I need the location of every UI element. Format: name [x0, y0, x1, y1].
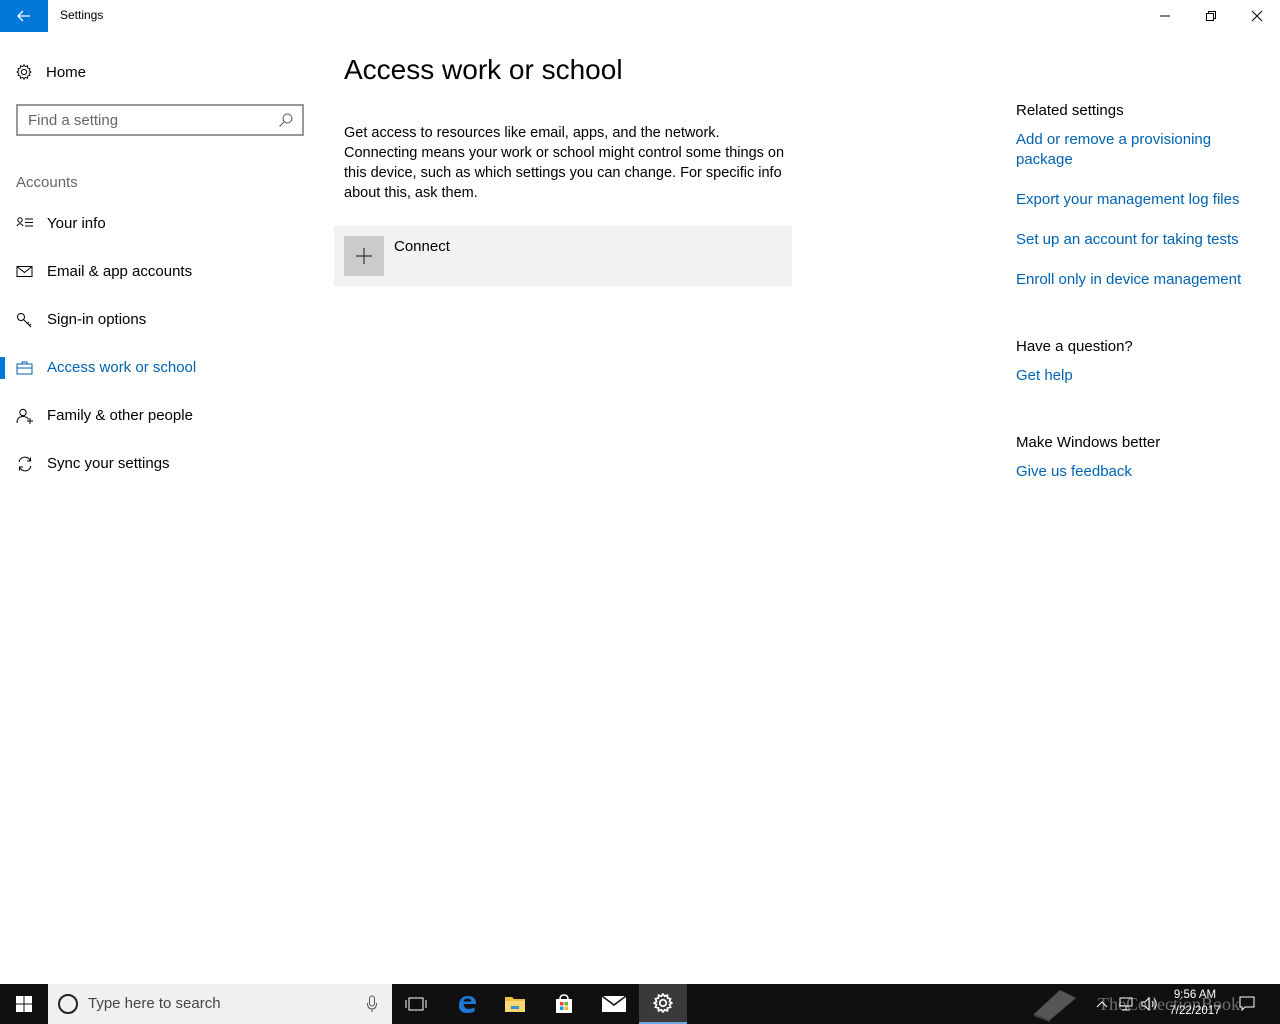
briefcase-icon — [16, 361, 33, 375]
nav-item-family-other-people[interactable]: Family & other people — [0, 396, 320, 436]
window-title: Settings — [60, 8, 104, 22]
windows-logo-icon — [16, 996, 32, 1012]
nav-item-your-info[interactable]: Your info — [0, 204, 320, 244]
nav-item-label: Access work or school — [47, 359, 197, 376]
minimize-button[interactable] — [1142, 0, 1188, 32]
show-hidden-icons-button[interactable] — [1092, 984, 1112, 1024]
taking-tests-account-link[interactable]: Set up an account for taking tests — [1016, 230, 1239, 250]
task-view-button[interactable] — [392, 984, 440, 1024]
make-windows-better-heading: Make Windows better — [1016, 434, 1161, 451]
search-input[interactable] — [18, 111, 268, 129]
accounts-section-label: Accounts — [16, 174, 78, 191]
minimize-icon — [1160, 15, 1170, 17]
volume-icon — [1141, 997, 1157, 1011]
cortana-icon — [58, 994, 78, 1014]
restore-button[interactable] — [1188, 0, 1234, 32]
provisioning-package-link[interactable]: Add or remove a provisioning package — [1016, 130, 1246, 170]
nav-item-access-work-or-school[interactable]: Access work or school — [0, 348, 320, 388]
mail-icon — [602, 996, 626, 1012]
taskbar: Type here to search TheCollectionBook 9:… — [0, 984, 1280, 1024]
sync-icon — [18, 456, 32, 472]
close-icon — [1251, 10, 1263, 22]
store-icon — [556, 994, 572, 1013]
home-link[interactable]: Home — [16, 60, 86, 84]
connect-button[interactable]: Connect — [334, 226, 792, 286]
start-button[interactable] — [0, 984, 48, 1024]
active-indicator — [0, 357, 5, 379]
volume-button[interactable] — [1140, 984, 1160, 1024]
contact-card-icon — [16, 217, 33, 227]
search-icon — [279, 113, 293, 127]
give-feedback-link[interactable]: Give us feedback — [1016, 462, 1132, 482]
clock[interactable]: 9:56 AM 7/22/2017 — [1160, 987, 1230, 1019]
nav-item-label: Family & other people — [47, 407, 193, 424]
key-icon — [17, 313, 32, 328]
get-help-link[interactable]: Get help — [1016, 366, 1073, 386]
enroll-device-management-link[interactable]: Enroll only in device management — [1016, 270, 1241, 290]
nav-item-label: Your info — [47, 215, 106, 232]
settings-icon — [653, 993, 673, 1013]
page-title: Access work or school — [344, 54, 623, 85]
file-explorer-button[interactable] — [491, 984, 539, 1024]
store-button[interactable] — [540, 984, 588, 1024]
edge-icon — [459, 996, 476, 1013]
related-settings-heading: Related settings — [1016, 102, 1124, 119]
file-explorer-icon — [505, 997, 525, 1012]
back-button[interactable] — [0, 0, 48, 32]
page-description: Get access to resources like email, apps… — [344, 125, 785, 201]
action-center-button[interactable] — [1236, 984, 1258, 1024]
close-button[interactable] — [1234, 0, 1280, 32]
settings-search-box[interactable] — [16, 104, 304, 136]
question-heading: Have a question? — [1016, 338, 1133, 355]
task-view-icon — [405, 997, 427, 1011]
taskbar-search-box[interactable]: Type here to search — [48, 984, 392, 1024]
mail-icon — [16, 266, 33, 277]
nav-item-sync-your-settings[interactable]: Sync your settings — [0, 444, 320, 484]
person-add-icon — [16, 408, 33, 424]
arrow-left-icon — [17, 10, 30, 22]
clock-time: 9:56 AM — [1173, 989, 1217, 1001]
network-icon — [1119, 997, 1133, 1011]
nav-item-label: Sign-in options — [47, 311, 147, 328]
plus-tile — [344, 236, 384, 276]
nav-item-sign-in-options[interactable]: Sign-in options — [0, 300, 320, 340]
home-label: Home — [46, 63, 87, 81]
clock-date: 7/22/2017 — [1169, 1005, 1221, 1017]
chevron-up-icon — [1096, 1001, 1108, 1008]
book-icon — [1034, 990, 1076, 1022]
export-log-files-link[interactable]: Export your management log files — [1016, 190, 1239, 210]
mail-button[interactable] — [590, 984, 638, 1024]
edge-button[interactable] — [443, 984, 491, 1024]
restore-icon — [1206, 11, 1216, 21]
plus-icon — [356, 248, 372, 264]
settings-button[interactable] — [639, 984, 687, 1024]
nav-item-label: Sync your settings — [47, 455, 170, 472]
gear-icon — [16, 64, 32, 80]
connect-label: Connect — [394, 238, 450, 255]
network-button[interactable] — [1116, 984, 1136, 1024]
nav-item-label: Email & app accounts — [47, 263, 193, 280]
nav-item-email-app-accounts[interactable]: Email & app accounts — [0, 252, 320, 292]
taskbar-search-placeholder: Type here to search — [88, 995, 221, 1012]
title-bar: Settings — [0, 0, 1280, 32]
notification-icon — [1239, 996, 1255, 1012]
microphone-icon[interactable] — [366, 994, 378, 1014]
